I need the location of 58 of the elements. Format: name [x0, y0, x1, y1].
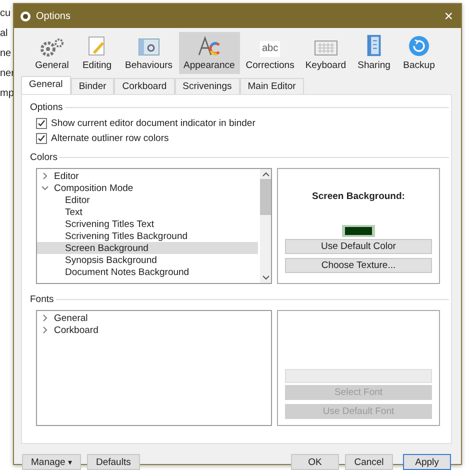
- group-label: Colors: [30, 152, 58, 162]
- defaults-button[interactable]: Defaults: [86, 454, 140, 470]
- close-button[interactable]: ×: [442, 8, 455, 24]
- manage-button[interactable]: Manage ▾: [22, 454, 81, 470]
- panel-button[interactable]: Use Default Color: [285, 239, 432, 254]
- tree-item[interactable]: Corkboard: [37, 324, 269, 336]
- tree-item[interactable]: Editor: [37, 170, 258, 182]
- tree-item[interactable]: General: [37, 312, 269, 324]
- tree-item[interactable]: Editor: [37, 194, 258, 206]
- tree-item[interactable]: Scrivening Titles Background: [37, 230, 258, 242]
- tree-item[interactable]: Composition Mode: [37, 182, 258, 194]
- toolbar-button[interactable]: Behaviours: [120, 32, 178, 74]
- abc-icon: abc: [260, 41, 280, 57]
- notepad-pencil-icon: [87, 35, 107, 57]
- tree-item[interactable]: Document Notes Background: [37, 266, 258, 278]
- toolbar-button[interactable]: abc Corrections: [240, 32, 300, 74]
- toolbar-button[interactable]: Editing: [75, 32, 119, 74]
- tree-item[interactable]: Text: [37, 206, 258, 218]
- tree-item[interactable]: Screen Background: [37, 242, 258, 254]
- keyboard-icon: [314, 39, 338, 57]
- cancel-button[interactable]: Cancel: [345, 454, 393, 470]
- backup-icon: [408, 35, 430, 57]
- toolbar-button[interactable]: General: [30, 32, 74, 74]
- tree-item[interactable]: Synopsis Background: [37, 254, 258, 266]
- background-text: cu: [0, 8, 11, 20]
- arrow-up-icon[interactable]: [262, 171, 270, 177]
- arrow-down-icon[interactable]: [262, 275, 270, 281]
- checkbox[interactable]: [36, 133, 47, 144]
- toolbar-button[interactable]: Appearance: [178, 32, 240, 74]
- panel-button[interactable]: Choose Texture...: [285, 258, 432, 273]
- color-title: Screen Background:: [312, 191, 405, 202]
- tab[interactable]: Corkboard: [114, 78, 175, 94]
- toolbar-button[interactable]: Sharing: [352, 32, 396, 74]
- tab[interactable]: Scrivenings: [174, 78, 240, 94]
- group-label: Options: [30, 102, 63, 112]
- toolbar-button[interactable]: Keyboard: [300, 32, 352, 74]
- background-text: ne: [0, 48, 12, 60]
- window-title: Options: [36, 10, 70, 22]
- tree-item[interactable]: Scrivening Titles Text: [37, 218, 258, 230]
- tab[interactable]: Main Editor: [240, 78, 304, 94]
- background-text: ner: [0, 68, 14, 80]
- toolbar-button[interactable]: Backup: [397, 32, 442, 74]
- window-gear-icon: [138, 37, 160, 57]
- tab[interactable]: Binder: [70, 78, 114, 94]
- background-text: al: [0, 28, 8, 40]
- tab[interactable]: General: [21, 76, 71, 94]
- color-ring-icon: [197, 35, 222, 57]
- checkbox[interactable]: [36, 118, 47, 129]
- scrollbar[interactable]: [260, 169, 271, 283]
- checkbox-label: Alternate outliner row colors: [51, 133, 169, 144]
- app-icon: [20, 10, 31, 22]
- ok-button[interactable]: OK: [291, 454, 339, 470]
- gears-icon: [39, 37, 65, 57]
- group-label: Fonts: [30, 294, 54, 304]
- color-swatch[interactable]: [342, 225, 375, 237]
- apply-button[interactable]: Apply: [403, 454, 451, 470]
- binder-icon: [365, 34, 384, 57]
- checkbox-label: Show current editor document indicator in binder: [51, 118, 256, 129]
